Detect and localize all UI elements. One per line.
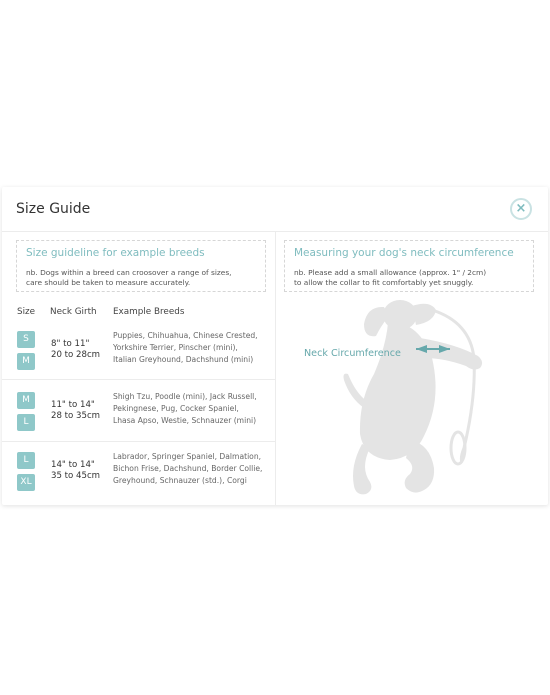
size-badge-l: L <box>17 452 35 469</box>
modal-title: Size Guide <box>16 201 91 217</box>
breeds-line: Italian Greyhound, Dachshund (mini) <box>113 355 254 365</box>
breeds-line: Bichon Frise, Dachshund, Border Collie, <box>113 464 263 474</box>
breed-note-box: Size guideline for example breeds nb. Do… <box>16 240 266 292</box>
example-breeds: Puppies, Chihuahua, Chinese Crested, Yor… <box>113 330 258 367</box>
breeds-line: Puppies, Chihuahua, Chinese Crested, <box>113 331 258 340</box>
breeds-line: Shigh Tzu, Poodle (mini), Jack Russell, <box>113 392 257 401</box>
size-badge-s: S <box>17 331 35 348</box>
measure-note-box: Measuring your dog's neck circumference … <box>284 240 534 292</box>
header-size: Size <box>17 307 36 317</box>
breeds-line: Yorkshire Terrier, Pinscher (mini), <box>113 343 238 353</box>
modal-header: Size Guide × <box>2 187 548 232</box>
size-badge-xl: XL <box>17 474 35 491</box>
girth-inches: 14" to 14" <box>51 460 95 470</box>
breed-note-title: Size guideline for example breeds <box>26 247 205 259</box>
girth-inches: 11" to 14" <box>51 400 95 410</box>
example-breeds: Labrador, Springer Spaniel, Dalmation, B… <box>113 451 262 488</box>
girth-cm: 35 to 45cm <box>51 471 101 481</box>
row-divider <box>2 379 275 380</box>
measure-note-line: to allow the collar to fit comfortably y… <box>294 278 474 287</box>
row-divider <box>2 441 275 442</box>
neck-girth: 8" to 11" 20 to 28cm <box>51 339 100 361</box>
neck-girth: 11" to 14" 28 to 35cm <box>51 400 100 422</box>
breeds-line: Pekingnese, Pug, Cocker Spaniel, <box>113 404 239 414</box>
header-neck-girth: Neck Girth <box>50 307 97 317</box>
size-guide-modal: Size Guide × Size guideline for example … <box>2 187 548 505</box>
neck-girth: 14" to 14" 35 to 45cm <box>51 460 100 482</box>
breeds-line: Labrador, Springer Spaniel, Dalmation, <box>113 452 262 461</box>
girth-cm: 28 to 35cm <box>51 411 101 421</box>
girth-inches: 8" to 11" <box>51 339 90 349</box>
breeds-line: Lhasa Apso, Westie, Schnauzer (mini) <box>113 416 257 426</box>
measure-note-text: nb. Please add a small allowance (approx… <box>294 268 486 288</box>
breed-note-text: nb. Dogs within a breed can croosover a … <box>26 268 232 288</box>
header-example-breeds: Example Breeds <box>113 307 185 317</box>
breed-note-line: nb. Dogs within a breed can croosover a … <box>26 268 232 277</box>
column-divider <box>275 232 276 505</box>
girth-cm: 20 to 28cm <box>51 350 101 360</box>
measure-note-line: nb. Please add a small allowance (approx… <box>294 268 487 277</box>
close-icon[interactable]: × <box>510 198 532 220</box>
size-badge-m: M <box>17 353 35 370</box>
neck-circumference-label: Neck Circumference <box>304 348 401 359</box>
example-breeds: Shigh Tzu, Poodle (mini), Jack Russell, … <box>113 391 257 428</box>
breed-note-line: care should be taken to measure accurate… <box>26 278 191 287</box>
breeds-line: Greyhound, Schnauzer (std.), Corgi <box>113 476 247 486</box>
dog-illustration <box>343 300 483 495</box>
measure-note-title: Measuring your dog's neck circumference <box>294 247 514 259</box>
size-badge-l: L <box>17 414 35 431</box>
size-badge-m: M <box>17 392 35 409</box>
